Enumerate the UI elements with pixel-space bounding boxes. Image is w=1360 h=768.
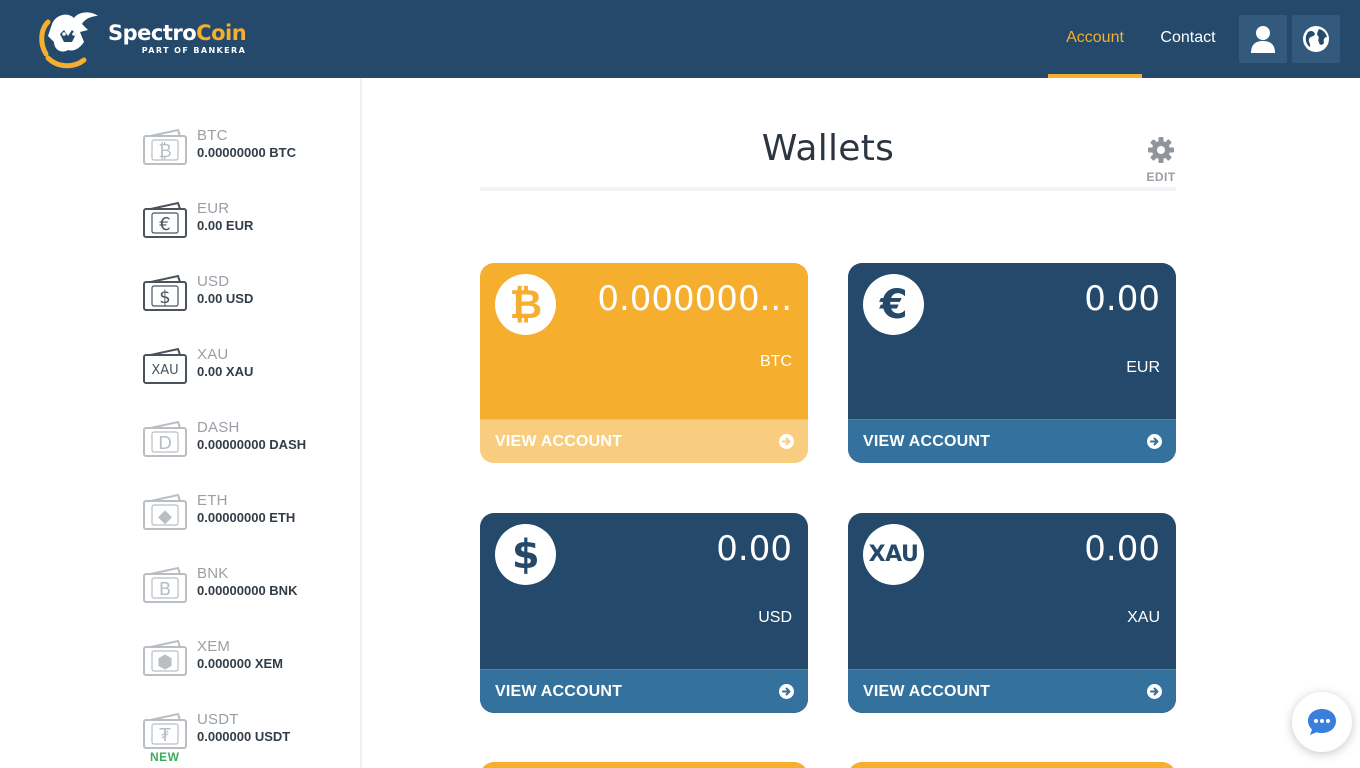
arrow-right-icon (1147, 684, 1162, 699)
chat-bubble-icon (1308, 709, 1336, 735)
sidebar-wallet-bnk[interactable]: B BNK 0.00000000 BNK (142, 564, 352, 614)
nav-contact-link[interactable]: Contact (1148, 0, 1228, 78)
wallet-currency-code: EUR (1126, 359, 1160, 376)
gold-icon: XAU (863, 524, 924, 585)
wallet-balance: 0.00 EUR (197, 218, 254, 233)
wallet-currency-name: DASH (197, 419, 240, 436)
view-account-label: VIEW ACCOUNT (495, 432, 623, 450)
nav-account-link[interactable]: Account (1048, 0, 1142, 78)
euro-icon: € (863, 274, 924, 335)
wallet-currency-code: USD (758, 609, 792, 626)
view-account-label: VIEW ACCOUNT (495, 682, 623, 700)
wallet-card-partial (848, 762, 1176, 768)
euro-wallet-icon: € (143, 201, 187, 238)
gold-wallet-icon: XAU (143, 347, 187, 384)
globe-icon (1303, 26, 1329, 52)
svg-text:₮: ₮ (159, 725, 171, 746)
view-account-button[interactable]: VIEW ACCOUNT (848, 419, 1176, 463)
brand-name: SpectroCoin (108, 21, 247, 45)
wallet-currency-name: XEM (197, 638, 231, 655)
title-divider (480, 187, 1176, 191)
new-badge: NEW (150, 750, 180, 764)
view-account-button[interactable]: VIEW ACCOUNT (480, 669, 808, 713)
wallet-currency-name: USD (197, 273, 230, 290)
top-navigation-bar: SpectroCoin PART OF BANKERA Account Cont… (0, 0, 1360, 78)
sidebar-wallet-dash[interactable]: D DASH 0.00000000 DASH (142, 418, 352, 468)
wallet-card-xau: XAU 0.00 XAU VIEW ACCOUNT (848, 513, 1176, 713)
bitcoin-wallet-icon: ₿ (143, 128, 187, 165)
svg-text:€: € (159, 214, 170, 235)
wallet-amount: 0.00 (716, 529, 792, 569)
wallet-currency-name: EUR (197, 200, 230, 217)
sidebar-wallet-usd[interactable]: $ USD 0.00 USD (142, 272, 352, 322)
wallet-balance: 0.00000000 BTC (197, 145, 297, 160)
wallet-amount: 0.00 (1084, 279, 1160, 319)
bull-logo-icon (39, 12, 98, 69)
wallet-card-partial (480, 762, 808, 768)
wallet-card-usd: $0.00 USD VIEW ACCOUNT (480, 513, 808, 713)
dash-wallet-icon: D (143, 420, 187, 457)
wallet-card-eur: €0.00 EUR VIEW ACCOUNT (848, 263, 1176, 463)
wallet-balance: 0.000000 USDT (197, 729, 291, 744)
bitcoin-icon: ₿ (495, 274, 556, 335)
wallet-balance: 0.00 USD (197, 291, 254, 306)
sidebar-wallet-eth[interactable]: ◆ ETH 0.00000000 ETH (142, 491, 352, 541)
wallet-card-btc: ₿ 0.000000... BTC VIEW ACCOUNT (480, 263, 808, 463)
arrow-right-icon (779, 684, 794, 699)
brand-tagline: PART OF BANKERA (141, 46, 247, 55)
wallet-currency-name: USDT (197, 711, 239, 728)
dollar-wallet-icon: $ (143, 274, 187, 311)
wallet-sidebar: ₿ BTC 0.00000000 BTC € EUR 0.00 EUR $ USD 0.00 U… (0, 78, 362, 768)
language-button[interactable] (1292, 15, 1340, 63)
svg-text:XAU: XAU (151, 363, 178, 378)
wallet-currency-code: BTC (760, 353, 792, 370)
svg-text:◆: ◆ (158, 506, 172, 527)
wallet-balance: 0.00 XAU (197, 364, 254, 379)
wallet-balance: 0.000000 XEM (197, 656, 284, 671)
wallet-balance: 0.00000000 DASH (197, 437, 307, 452)
bankera-wallet-icon: B (143, 566, 187, 603)
edit-label: EDIT (1146, 170, 1176, 184)
view-account-label: VIEW ACCOUNT (863, 432, 991, 450)
svg-text:$: $ (159, 287, 170, 308)
chat-button[interactable] (1292, 692, 1352, 752)
wallet-currency-name: BTC (197, 127, 228, 144)
page-title: Wallets (761, 128, 895, 169)
gear-icon (1148, 137, 1174, 163)
spectrocoin-logo[interactable]: SpectroCoin PART OF BANKERA (38, 8, 247, 70)
wallet-balance: 0.00000000 ETH (197, 510, 296, 525)
tether-wallet-icon: ₮ (143, 712, 187, 749)
nem-wallet-icon: ⬢ (143, 639, 187, 676)
wallet-currency-name: XAU (197, 346, 229, 363)
arrow-right-icon (1147, 434, 1162, 449)
ethereum-wallet-icon: ◆ (143, 493, 187, 530)
sidebar-wallet-xem[interactable]: ⬢ XEM 0.000000 XEM (142, 637, 352, 687)
wallet-currency-code: XAU (1127, 609, 1160, 626)
svg-text:B: B (159, 579, 171, 600)
dollar-icon: $ (495, 524, 556, 585)
view-account-button[interactable]: VIEW ACCOUNT (480, 419, 808, 463)
wallet-amount: 0.000000... (597, 279, 792, 319)
view-account-label: VIEW ACCOUNT (863, 682, 991, 700)
user-profile-button[interactable] (1239, 15, 1287, 63)
wallet-balance: 0.00000000 BNK (197, 583, 298, 598)
svg-text:D: D (158, 433, 172, 454)
wallet-currency-name: ETH (197, 492, 228, 509)
view-account-button[interactable]: VIEW ACCOUNT (848, 669, 1176, 713)
wallet-amount: 0.00 (1084, 529, 1160, 569)
sidebar-wallet-btc[interactable]: ₿ BTC 0.00000000 BTC (142, 126, 352, 176)
svg-text:₿: ₿ (158, 141, 171, 162)
edit-wallets-button[interactable]: EDIT (1143, 136, 1179, 184)
sidebar-wallet-eur[interactable]: € EUR 0.00 EUR (142, 199, 352, 249)
user-icon (1251, 26, 1275, 53)
arrow-right-icon (779, 434, 794, 449)
sidebar-wallet-xau[interactable]: XAU XAU 0.00 XAU (142, 345, 352, 395)
svg-text:⬢: ⬢ (157, 652, 173, 673)
wallet-currency-name: BNK (197, 565, 229, 582)
